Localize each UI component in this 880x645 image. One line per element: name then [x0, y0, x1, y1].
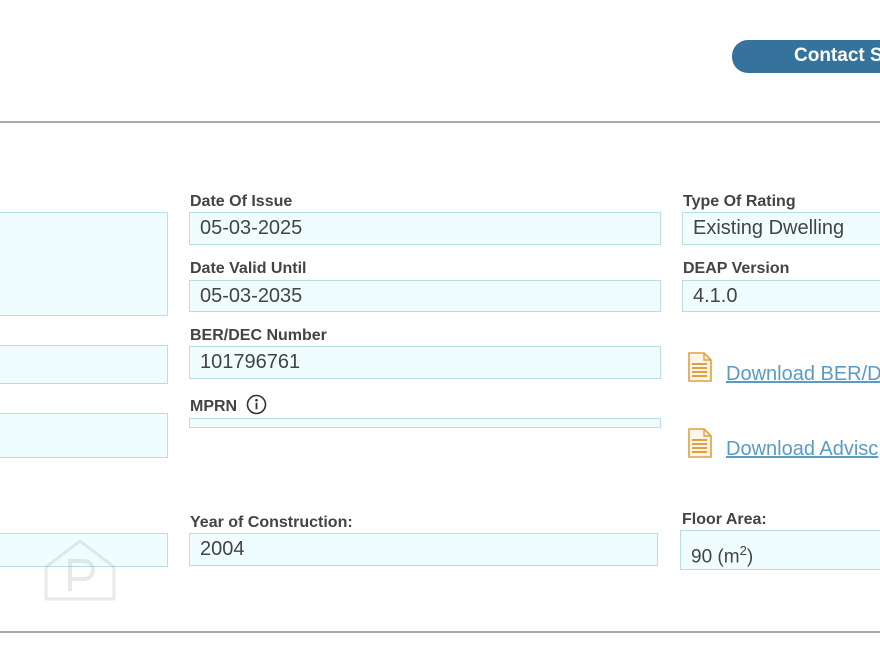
document-icon[interactable] — [688, 428, 712, 463]
date-valid-until-label: Date Valid Until — [190, 260, 307, 277]
floor-area-value: 90 (m — [691, 546, 740, 568]
document-icon[interactable] — [688, 352, 712, 387]
type-of-rating-field: Existing Dwelling — [682, 212, 880, 245]
floor-area-unit-sup: 2 — [739, 543, 747, 558]
left-field-3 — [0, 413, 168, 458]
mprn-label: MPRN — [190, 398, 238, 415]
ber-dec-number-field: 101796761 — [189, 346, 661, 379]
date-of-issue-field: 05-03-2025 — [189, 212, 661, 245]
deap-version-label: DEAP Version — [683, 260, 790, 277]
floor-area-suffix: ) — [746, 546, 754, 568]
left-field-2 — [0, 345, 168, 384]
floor-area-label: Floor Area: — [682, 511, 767, 528]
year-of-construction-field: 2004 — [189, 533, 658, 566]
mprn-field — [189, 418, 661, 428]
download-advisory-link[interactable]: Download Advisc — [726, 438, 878, 461]
year-of-construction-label: Year of Construction: — [190, 514, 353, 531]
date-valid-until-field: 05-03-2035 — [189, 280, 661, 312]
contact-button[interactable]: Contact S — [732, 40, 880, 73]
info-icon[interactable] — [246, 394, 267, 420]
ber-dec-number-label: BER/DEC Number — [190, 327, 327, 344]
date-of-issue-label: Date Of Issue — [190, 193, 293, 210]
deap-version-field: 4.1.0 — [682, 280, 880, 312]
floor-area-field: 90 (m2) — [680, 530, 880, 570]
left-field-1 — [0, 212, 168, 316]
bottom-divider — [0, 631, 880, 633]
mprn-label-row: MPRN — [190, 394, 267, 420]
watermark-logo-icon — [40, 537, 120, 606]
top-divider — [0, 121, 880, 123]
type-of-rating-label: Type Of Rating — [683, 193, 796, 210]
download-ber-link[interactable]: Download BER/D — [726, 363, 880, 386]
